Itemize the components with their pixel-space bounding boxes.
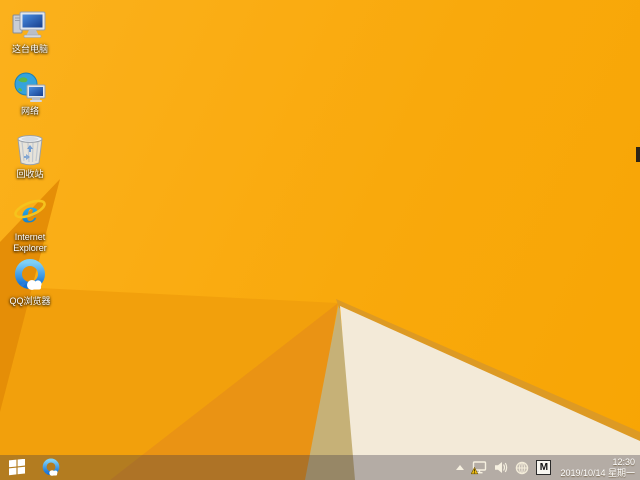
windows-logo-icon <box>8 459 25 476</box>
desktop-icon-recycle-bin[interactable]: 回收站 <box>2 131 58 180</box>
desktop-icon-label: 这台电脑 <box>11 44 48 54</box>
desktop-icon-label: 网络 <box>20 106 39 116</box>
ime-mode-indicator[interactable]: M <box>536 460 552 475</box>
clock-date: 2019/10/14 星期一 <box>560 467 635 478</box>
desktop: 这台电脑 网络 回收站 e Internet Explorer QQ浏览器 M … <box>0 0 640 480</box>
system-tray: M 12:30 2019/10/14 星期一 <box>456 457 640 479</box>
sphere-input-icon[interactable] <box>515 461 529 475</box>
taskbar-clock[interactable]: 12:30 2019/10/14 星期一 <box>560 457 635 479</box>
taskbar-app-qq-browser[interactable] <box>36 455 66 480</box>
volume-icon[interactable] <box>494 461 508 474</box>
network-warning-icon[interactable] <box>471 460 487 475</box>
start-button[interactable] <box>0 455 34 480</box>
desktop-icon-this-pc[interactable]: 这台电脑 <box>2 6 58 55</box>
desktop-icon-internet-explorer[interactable]: e Internet Explorer <box>2 194 58 254</box>
desktop-icon-qq-browser[interactable]: QQ浏览器 <box>2 258 58 307</box>
screen-edge-artifact <box>636 147 640 162</box>
desktop-icon-network[interactable]: 网络 <box>2 68 58 117</box>
this-pc-icon <box>2 6 58 42</box>
recycle-bin-icon <box>2 131 58 167</box>
hidden-icons-chevron-icon[interactable] <box>456 465 465 470</box>
taskbar: M 12:30 2019/10/14 星期一 <box>0 455 640 480</box>
internet-explorer-icon: e <box>2 194 58 230</box>
network-icon <box>2 68 58 104</box>
desktop-icon-label: 回收站 <box>16 169 44 179</box>
clock-time: 12:30 <box>612 456 635 467</box>
desktop-icon-label: Internet Explorer <box>13 232 47 253</box>
desktop-icon-label: QQ浏览器 <box>9 296 51 306</box>
qq-browser-icon <box>2 258 58 294</box>
qq-browser-icon <box>42 458 60 476</box>
